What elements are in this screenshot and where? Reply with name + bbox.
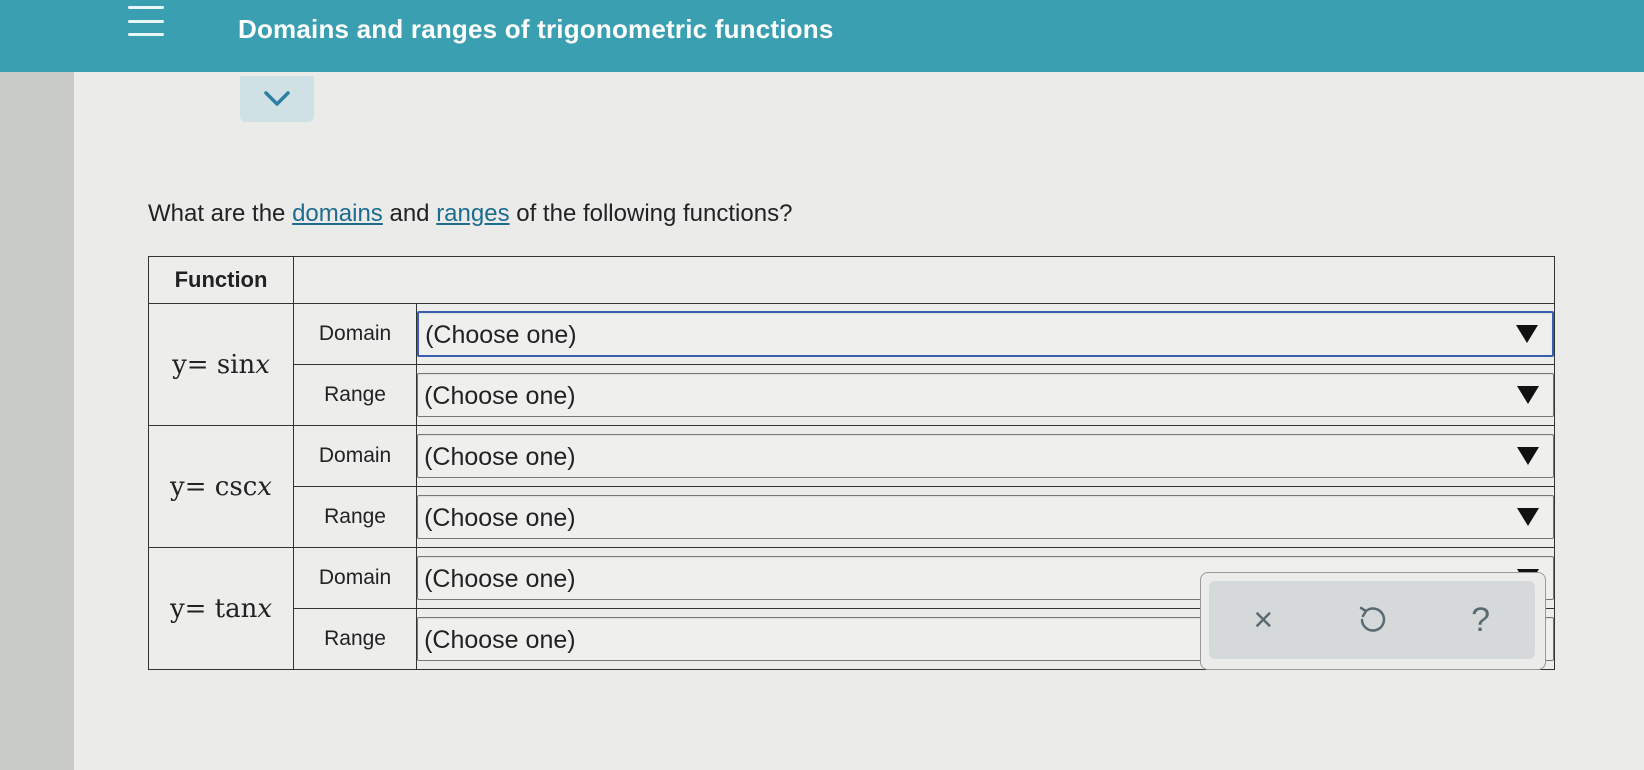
help-icon: ? xyxy=(1471,600,1491,639)
range-label: Range xyxy=(292,486,418,548)
function-cell-tan: y= tanx xyxy=(148,547,294,670)
function-name: y= csc xyxy=(170,471,258,502)
select-value: (Choose one) xyxy=(424,626,576,654)
undo-button[interactable] xyxy=(1342,590,1402,650)
content-area: What are the domains and ranges of the f… xyxy=(74,72,1644,770)
function-name: y= sin xyxy=(172,349,256,380)
range-label: Range xyxy=(292,364,418,426)
sin-domain-select[interactable]: (Choose one) xyxy=(417,311,1554,357)
ranges-link[interactable]: ranges xyxy=(436,200,509,227)
select-cell: (Choose one) xyxy=(416,486,1555,548)
close-icon: × xyxy=(1253,600,1274,639)
table-row: y= sinx Domain (Choose one) xyxy=(148,303,1555,426)
select-cell: (Choose one) xyxy=(416,364,1555,426)
table-header-row: Function xyxy=(148,256,1555,304)
function-name: y= tan xyxy=(169,593,258,624)
triangle-down-icon xyxy=(1517,447,1539,465)
function-cell-csc: y= cscx xyxy=(148,425,294,548)
table-row: Range (Choose one) xyxy=(149,364,1555,426)
triangle-down-icon xyxy=(1517,508,1539,526)
select-value: (Choose one) xyxy=(424,382,576,410)
function-variable: x xyxy=(257,471,272,502)
domain-label: Domain xyxy=(292,547,418,609)
select-cell: (Choose one) xyxy=(416,303,1555,365)
topbar-gutter xyxy=(0,0,74,72)
triangle-down-icon xyxy=(1516,325,1538,343)
table-row: Range (Choose one) xyxy=(149,486,1555,548)
help-button[interactable]: ? xyxy=(1451,590,1511,650)
domain-label: Domain xyxy=(292,425,418,487)
chevron-down-icon xyxy=(264,91,290,106)
function-cell-sin: y= sinx xyxy=(148,303,294,426)
function-variable: x xyxy=(255,349,270,380)
triangle-down-icon xyxy=(1517,386,1539,404)
action-panel: × ? xyxy=(1200,572,1546,670)
csc-domain-select[interactable]: (Choose one) xyxy=(417,434,1554,478)
hamburger-menu-icon[interactable] xyxy=(128,6,164,36)
select-value: (Choose one) xyxy=(425,321,577,349)
question-middle: and xyxy=(382,200,437,227)
select-cell: (Choose one) xyxy=(416,425,1555,487)
question-text: What are the domains and ranges of the f… xyxy=(148,200,792,228)
domains-link[interactable]: domains xyxy=(292,200,383,227)
sin-range-select[interactable]: (Choose one) xyxy=(417,373,1554,417)
select-value: (Choose one) xyxy=(424,443,576,471)
blank-column-header xyxy=(293,256,1555,304)
hamburger-line xyxy=(128,33,164,36)
undo-icon xyxy=(1359,606,1386,632)
hamburger-line xyxy=(128,6,164,9)
action-toolbar: × ? xyxy=(1209,581,1535,659)
csc-range-select[interactable]: (Choose one) xyxy=(417,495,1554,539)
range-label: Range xyxy=(292,608,418,670)
select-value: (Choose one) xyxy=(424,565,576,593)
hamburger-line xyxy=(128,19,164,23)
page: Domains and ranges of trigonometric func… xyxy=(0,0,1644,770)
clear-button[interactable]: × xyxy=(1233,590,1293,650)
select-value: (Choose one) xyxy=(424,504,576,532)
question-prefix: What are the xyxy=(148,200,293,227)
collapse-button[interactable] xyxy=(240,76,314,122)
page-title: Domains and ranges of trigonometric func… xyxy=(238,14,834,44)
table-row: y= cscx Domain (Choose one) xyxy=(148,425,1555,548)
question-suffix: of the following functions? xyxy=(509,200,793,227)
function-variable: x xyxy=(257,593,273,624)
domain-label: Domain xyxy=(292,303,418,365)
function-column-header: Function xyxy=(148,256,294,304)
left-gutter xyxy=(0,0,74,770)
